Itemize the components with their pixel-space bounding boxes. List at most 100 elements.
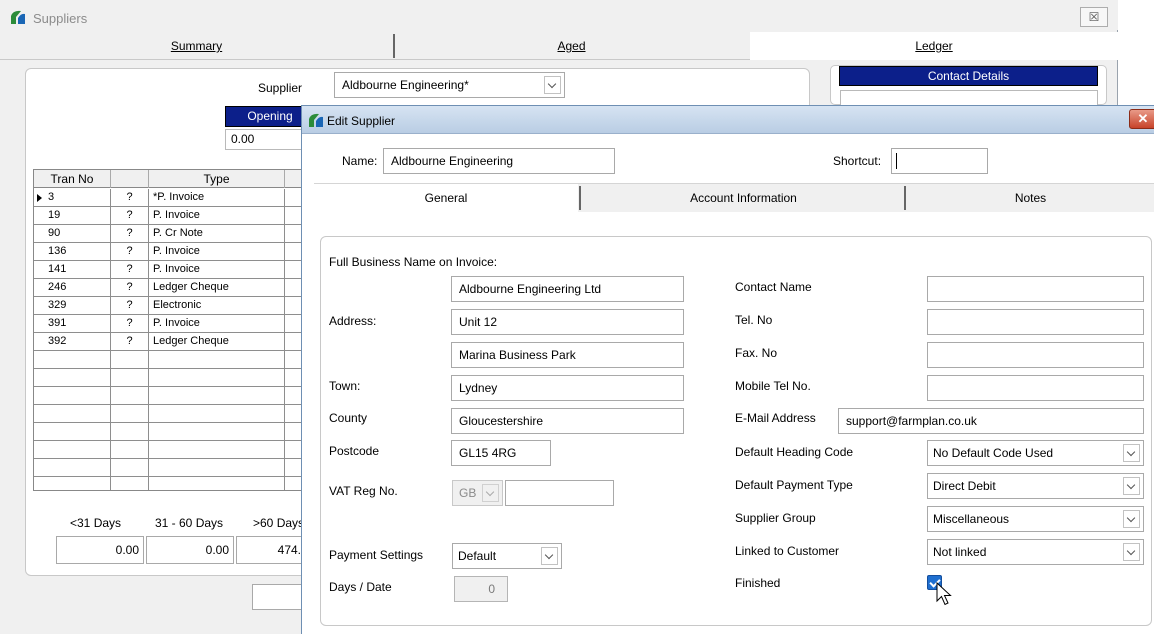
tab-general[interactable]: General (314, 184, 578, 212)
email-field[interactable]: support@farmplan.co.uk (838, 408, 1144, 434)
county-label: County (329, 411, 368, 425)
cell-query-button[interactable]: ? (111, 225, 149, 242)
suppliers-titlebar: Suppliers ☒ (0, 0, 1118, 30)
contact-details-field[interactable] (840, 90, 1098, 106)
address-line3-field[interactable]: Marina Business Park (451, 342, 684, 368)
name-label: Name: (342, 154, 378, 168)
cell-type: P. Cr Note (149, 225, 285, 242)
close-button[interactable]: ☒ (1080, 7, 1108, 27)
table-row[interactable]: 392 ? Ledger Cheque (34, 333, 304, 351)
linked-customer-select[interactable]: Not linked (927, 539, 1144, 565)
mobile-field[interactable] (927, 375, 1144, 401)
tab-summary[interactable]: Summary (0, 32, 393, 60)
fax-label: Fax. No (735, 346, 778, 360)
contact-details-header: Contact Details (839, 66, 1098, 86)
tab-account-information[interactable]: Account Information (582, 184, 905, 212)
tab-notes[interactable]: Notes (907, 184, 1154, 212)
cell-type: P. Invoice (149, 261, 285, 278)
cell-query-button[interactable]: ? (111, 207, 149, 224)
chevron-down-icon[interactable] (1123, 477, 1140, 495)
chevron-down-icon[interactable] (544, 76, 561, 94)
cell-tran-no: 136 (34, 243, 111, 260)
aging-gt60-label: >60 Days (253, 516, 305, 530)
contact-name-field[interactable] (927, 276, 1144, 302)
header-q (111, 170, 149, 188)
window-title: Suppliers (33, 11, 88, 26)
tel-field[interactable] (927, 309, 1144, 335)
chevron-down-icon[interactable] (1123, 543, 1140, 561)
heading-code-label: Default Heading Code (735, 445, 854, 459)
table-row[interactable]: 391 ? P. Invoice (34, 315, 304, 333)
cell-query-button[interactable]: ? (111, 315, 149, 332)
dialog-title: Edit Supplier (327, 114, 396, 128)
empty-row (34, 351, 304, 369)
dialog-close-button[interactable]: ✕ (1129, 109, 1154, 129)
fax-field[interactable] (927, 342, 1144, 368)
supplier-group-value: Miscellaneous (933, 512, 1010, 526)
payment-settings-select[interactable]: Default (452, 543, 562, 569)
chevron-down-icon (482, 484, 499, 502)
empty-row (34, 459, 304, 477)
cell-query-button[interactable]: ? (111, 261, 149, 278)
bottom-total-field (252, 584, 308, 610)
empty-row (34, 441, 304, 459)
tab-ledger[interactable]: Ledger (750, 32, 1118, 60)
heading-code-value: No Default Code Used (933, 446, 1054, 460)
postcode-field[interactable]: GL15 4RG (451, 440, 551, 466)
name-field[interactable]: Aldbourne Engineering (383, 148, 615, 174)
empty-row (34, 477, 304, 490)
table-row[interactable]: 90 ? P. Cr Note (34, 225, 304, 243)
payment-type-select[interactable]: Direct Debit (927, 473, 1144, 499)
cell-query-button[interactable]: ? (111, 189, 149, 206)
supplier-label: Supplier (258, 81, 303, 95)
cell-tran-no: 90 (34, 225, 111, 242)
opening-value: 0.00 (225, 129, 305, 150)
chevron-down-icon[interactable] (1123, 510, 1140, 528)
empty-row (34, 369, 304, 387)
cell-query-button[interactable]: ? (111, 297, 149, 314)
address-line2-field[interactable]: Unit 12 (451, 309, 684, 335)
vat-country-value: GB (459, 486, 477, 500)
cell-query-button[interactable]: ? (111, 333, 149, 350)
supplier-group-select[interactable]: Miscellaneous (927, 506, 1144, 532)
address-line1-field[interactable]: Aldbourne Engineering Ltd (451, 276, 684, 302)
mobile-label: Mobile Tel No. (735, 379, 811, 393)
aging-lt31-label: <31 Days (70, 516, 122, 530)
cell-query-button[interactable]: ? (111, 279, 149, 296)
dialog-titlebar: Edit Supplier ✕ (302, 106, 1154, 134)
supplier-select[interactable]: Aldbourne Engineering* (334, 72, 565, 98)
cell-query-button[interactable]: ? (111, 243, 149, 260)
aging-lt31-value: 0.00 (56, 536, 144, 564)
vat-country-select: GB (452, 480, 503, 506)
table-row[interactable]: 141 ? P. Invoice (34, 261, 304, 279)
cell-tran-no: 246 (34, 279, 111, 296)
days-date-field: 0 (454, 576, 508, 602)
aging-31-60-value: 0.00 (146, 536, 234, 564)
cell-tran-no: 329 (34, 297, 111, 314)
payment-settings-label: Payment Settings (329, 548, 424, 562)
table-row[interactable]: 136 ? P. Invoice (34, 243, 304, 261)
town-field[interactable]: Lydney (451, 375, 684, 401)
header-tran-no[interactable]: Tran No (34, 170, 111, 188)
text-caret (896, 153, 897, 169)
table-row[interactable]: 3 ? *P. Invoice (34, 189, 304, 207)
table-row[interactable]: 246 ? Ledger Cheque (34, 279, 304, 297)
table-row[interactable]: 19 ? P. Invoice (34, 207, 304, 225)
heading-code-select[interactable]: No Default Code Used (927, 440, 1144, 466)
address-label: Address: (329, 314, 377, 328)
shortcut-field[interactable] (891, 148, 988, 174)
cell-tran-no: 3 (34, 189, 111, 206)
app-logo-icon (309, 113, 323, 127)
table-row[interactable]: 329 ? Electronic (34, 297, 304, 315)
county-field[interactable]: Gloucestershire (451, 408, 684, 434)
cell-type: P. Invoice (149, 207, 285, 224)
header-type[interactable]: Type (149, 170, 285, 188)
chevron-down-icon[interactable] (541, 547, 558, 565)
opening-header: Opening (225, 106, 305, 127)
vat-number-field[interactable] (505, 480, 614, 506)
full-business-name-label: Full Business Name on Invoice: (329, 255, 498, 269)
tab-aged[interactable]: Aged (395, 32, 748, 60)
chevron-down-icon[interactable] (1123, 444, 1140, 462)
cell-tran-no: 19 (34, 207, 111, 224)
cell-tran-no: 391 (34, 315, 111, 332)
